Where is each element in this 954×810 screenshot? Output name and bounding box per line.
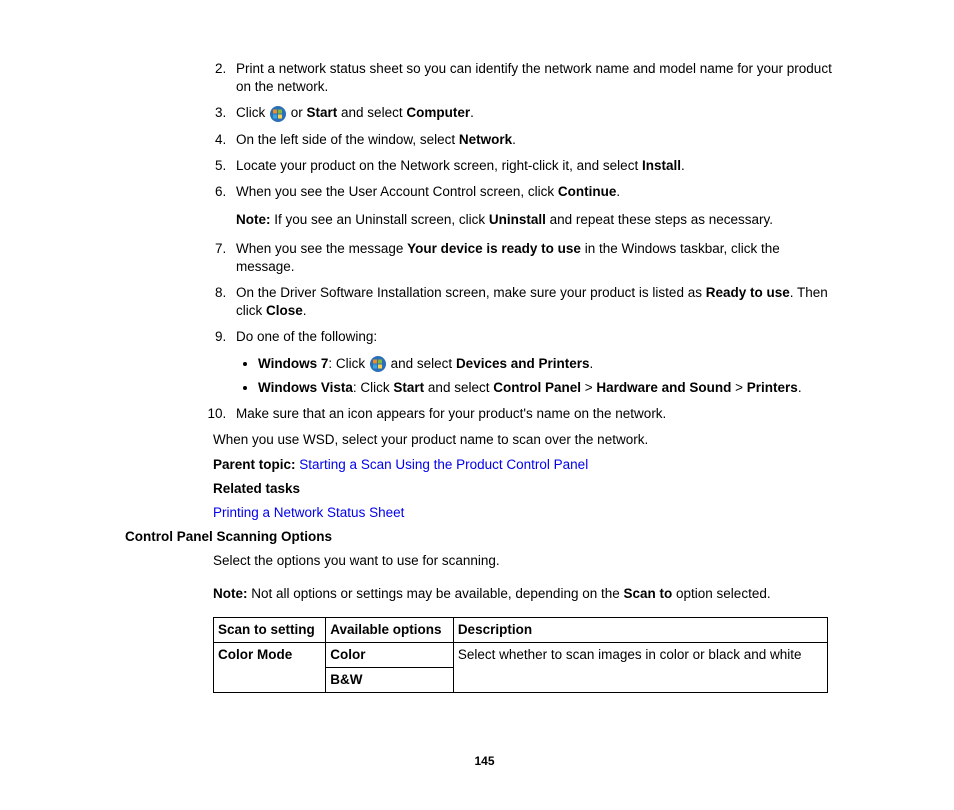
col-description: Description	[453, 617, 827, 642]
related-task-link[interactable]: Printing a Network Status Sheet	[213, 505, 404, 520]
step-3: Click or Start and select Computer.	[230, 104, 834, 122]
related-tasks-link-row: Printing a Network Status Sheet	[213, 504, 834, 522]
note-uninstall: Note: If you see an Uninstall screen, cl…	[236, 211, 834, 229]
cell-description: Select whether to scan images in color o…	[453, 643, 827, 693]
parent-topic: Parent topic: Starting a Scan Using the …	[213, 456, 834, 474]
related-tasks-label: Related tasks	[213, 480, 834, 498]
table-row: Color Mode Color Select whether to scan …	[214, 643, 828, 668]
cell-color-mode: Color Mode	[214, 643, 326, 693]
step-7: When you see the message Your device is …	[230, 240, 834, 276]
step-4: On the left side of the window, select N…	[230, 131, 834, 149]
page-number: 145	[135, 753, 834, 769]
parent-topic-link[interactable]: Starting a Scan Using the Product Contro…	[299, 457, 588, 472]
section-note: Note: Not all options or settings may be…	[213, 585, 834, 603]
cell-color: Color	[326, 643, 454, 668]
step-9-windows-vista: Windows Vista: Click Start and select Co…	[258, 379, 834, 397]
section-intro: Select the options you want to use for s…	[213, 552, 834, 570]
col-scan-to-setting: Scan to setting	[214, 617, 326, 642]
step-9-windows7: Windows 7: Click and select Devices and …	[258, 355, 834, 373]
wsd-paragraph: When you use WSD, select your product na…	[213, 431, 834, 449]
instruction-list: Print a network status sheet so you can …	[135, 60, 834, 423]
step-9: Do one of the following: Windows 7: Clic…	[230, 328, 834, 397]
table-header-row: Scan to setting Available options Descri…	[214, 617, 828, 642]
cell-bw: B&W	[326, 668, 454, 693]
section-heading: Control Panel Scanning Options	[125, 528, 834, 546]
step-9-sublist: Windows 7: Click and select Devices and …	[236, 355, 834, 397]
col-available-options: Available options	[326, 617, 454, 642]
step-10: Make sure that an icon appears for your …	[230, 405, 834, 423]
document-page: Print a network status sheet so you can …	[0, 0, 954, 810]
step-6: When you see the User Account Control sc…	[230, 183, 834, 229]
step-2: Print a network status sheet so you can …	[230, 60, 834, 96]
windows-start-icon	[270, 106, 286, 122]
windows-start-icon	[370, 356, 386, 372]
step-8: On the Driver Software Installation scre…	[230, 284, 834, 320]
options-table: Scan to setting Available options Descri…	[213, 617, 828, 694]
step-5: Locate your product on the Network scree…	[230, 157, 834, 175]
